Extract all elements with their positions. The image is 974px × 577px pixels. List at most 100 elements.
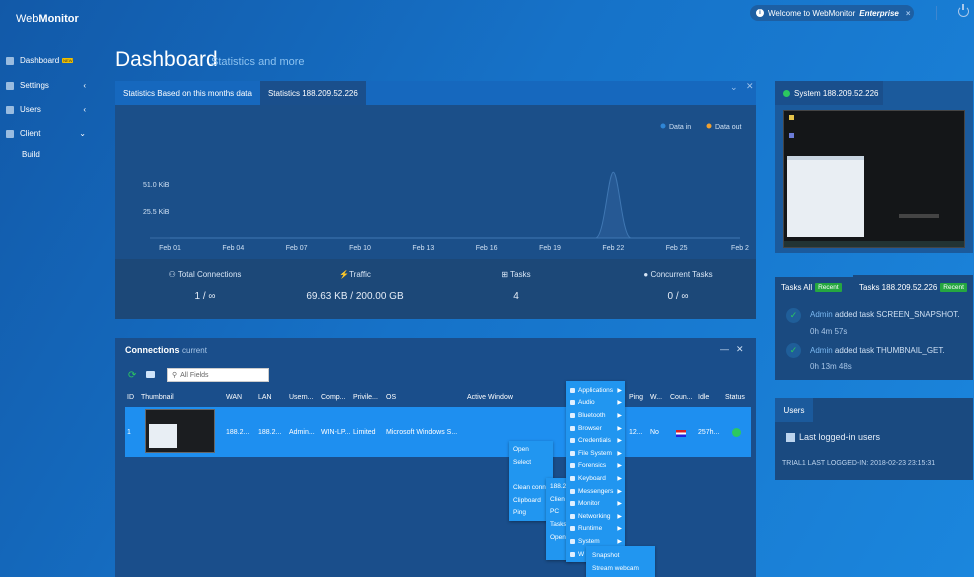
chevron-right-icon: ▶ (617, 463, 622, 470)
series-data-out (170, 171, 740, 239)
legend-marker (706, 123, 712, 129)
tab-statistics-month[interactable]: Statistics Based on this months data (115, 81, 260, 105)
page-title: Dashboard (115, 48, 218, 71)
chart-svg: 51.0 KiB 25.5 KiB Feb 01 Feb 04 Feb 07 Feb 10… (143, 123, 749, 252)
refresh-icon[interactable]: ⟳ (128, 370, 136, 381)
plus-square-icon: ⊞ (501, 270, 511, 279)
brand-logo[interactable]: WebMonitor (16, 13, 79, 25)
menu-item[interactable]: Monitor ▶ (566, 497, 625, 510)
sidebar-item-settings[interactable]: Settings ‹ (6, 81, 86, 90)
system-screenshot[interactable] (783, 110, 965, 248)
welcome-banner: i Welcome to WebMonitor Enterprise × (750, 5, 914, 21)
tab-system[interactable]: System 188.209.52.226 (775, 81, 883, 105)
close-icon[interactable]: ✕ (736, 344, 744, 355)
chevron-down-icon: ⌄ (79, 129, 86, 138)
bolt-icon: ⚡ (339, 270, 350, 279)
summary-concurrent-tasks: ● Concurrent Tasks 0 / ∞ (613, 270, 743, 302)
menu-item[interactable]: Stream webcam (588, 562, 655, 575)
sidebar-item-label: Settings (20, 81, 49, 90)
menu-item[interactable]: Browser ▶ (566, 422, 625, 435)
x-tick-label: Feb 04 (222, 245, 244, 252)
collapse-icon[interactable]: ⌄ (730, 82, 738, 93)
check-icon: ✓ (786, 308, 801, 323)
column-header[interactable]: Coun... (670, 394, 693, 401)
summary-label: ● Concurrent Tasks (643, 270, 713, 279)
task-time: 0h 4m 57s (810, 327, 848, 336)
y-tick-label: 51.0 KiB (143, 182, 170, 189)
summary-traffic: ⚡Traffic 69.63 KB / 200.00 GB (290, 270, 420, 302)
status-online-icon (783, 89, 790, 97)
menu-item[interactable]: Applications ▶ (566, 384, 625, 397)
chevron-right-icon: ▶ (617, 400, 622, 407)
column-header[interactable]: Thumbnail (141, 394, 174, 401)
sidebar-subitem-build[interactable]: Build (22, 150, 40, 159)
summary-value: 69.63 KB / 200.00 GB (306, 291, 404, 302)
menu-item[interactable]: Forensics ▶ (566, 460, 625, 473)
tab-users[interactable]: Users (775, 398, 813, 422)
summary-value: 4 (513, 291, 519, 302)
thumbnail-image[interactable] (145, 409, 215, 453)
flag-icon (676, 430, 686, 437)
menu-item[interactable]: Open (509, 443, 553, 456)
chevron-right-icon: ▶ (617, 488, 622, 495)
column-header[interactable]: WAN (226, 394, 242, 401)
x-tick-label: Feb 01 (159, 245, 181, 252)
menu-item[interactable]: Bluetooth ▶ (566, 409, 625, 422)
table-cell: 188.2... (226, 429, 250, 436)
column-header[interactable]: LAN (258, 394, 272, 401)
x-tick-label: Feb 2 (731, 245, 749, 252)
column-header[interactable]: ID (127, 394, 134, 401)
close-icon[interactable]: ✕ (746, 81, 754, 92)
search-icon: ⚲ (172, 372, 178, 379)
welcome-text: Welcome to WebMonitor (768, 8, 856, 18)
x-tick-label: Feb 19 (539, 245, 561, 252)
tab-tasks-all[interactable]: Tasks All Recent (775, 277, 848, 297)
table-cell: 257h... (698, 429, 720, 436)
traffic-chart: 51.0 KiB 25.5 KiB Feb 01 Feb 04 Feb 07 Feb 10… (115, 105, 756, 259)
menu-item-icon (570, 501, 575, 507)
tab-statistics-host[interactable]: Statistics 188.209.52.226 (259, 81, 366, 105)
column-header[interactable]: Privile... (353, 394, 378, 401)
column-header[interactable]: Usern... (289, 394, 314, 401)
divider (936, 6, 937, 20)
column-header[interactable]: Idle (698, 394, 709, 401)
tab-tasks-host[interactable]: Tasks 188.209.52.226 Recent (853, 275, 973, 299)
minimize-icon[interactable]: — (720, 344, 729, 354)
sidebar-item-dashboard[interactable]: Dashboard NEW (6, 56, 86, 65)
x-tick-label: Feb 07 (286, 245, 308, 252)
menu-item[interactable]: File System ▶ (566, 447, 625, 460)
chevron-right-icon: ▶ (617, 450, 622, 457)
column-header[interactable]: W... (650, 394, 662, 401)
folder-icon (6, 129, 14, 138)
search-input[interactable]: ⚲ All Fields (167, 368, 269, 382)
menu-item[interactable]: Keyboard ▶ (566, 472, 625, 485)
table-cell: Limited (353, 429, 376, 436)
menu-item[interactable]: Credentials ▶ (566, 434, 625, 447)
x-tick-label: Feb 10 (349, 245, 371, 252)
summary-label: ⚡Traffic (339, 270, 371, 279)
column-header[interactable]: OS (386, 394, 396, 401)
task-time: 0h 13m 48s (810, 362, 852, 371)
recent-badge: Recent (815, 282, 842, 292)
menu-item[interactable]: Snapshot (588, 549, 655, 562)
search-placeholder: All Fields (180, 371, 209, 379)
column-header[interactable]: Status (725, 394, 745, 401)
menu-item[interactable]: Audio ▶ (566, 397, 625, 410)
sidebar-item-client[interactable]: Client ⌄ (6, 129, 86, 138)
chevron-left-icon: ‹ (83, 105, 86, 114)
column-header[interactable]: Ping (629, 394, 643, 401)
close-icon[interactable]: × (906, 9, 911, 18)
columns-icon[interactable] (146, 371, 155, 378)
sidebar-item-users[interactable]: Users ‹ (6, 105, 86, 114)
menu-item[interactable]: Networking ▶ (566, 510, 625, 523)
column-header[interactable]: Active Window (467, 394, 513, 401)
status-online-icon (732, 428, 741, 437)
power-icon[interactable] (958, 4, 969, 17)
chevron-left-icon: ‹ (83, 81, 86, 90)
menu-item[interactable]: Runtime ▶ (566, 523, 625, 536)
chevron-right-icon: ▶ (617, 538, 622, 545)
chevron-right-icon: ▶ (617, 425, 622, 432)
menu-item[interactable]: Messengers ▶ (566, 485, 625, 498)
column-header[interactable]: Comp... (321, 394, 346, 401)
menu-item[interactable]: Select (509, 456, 553, 469)
